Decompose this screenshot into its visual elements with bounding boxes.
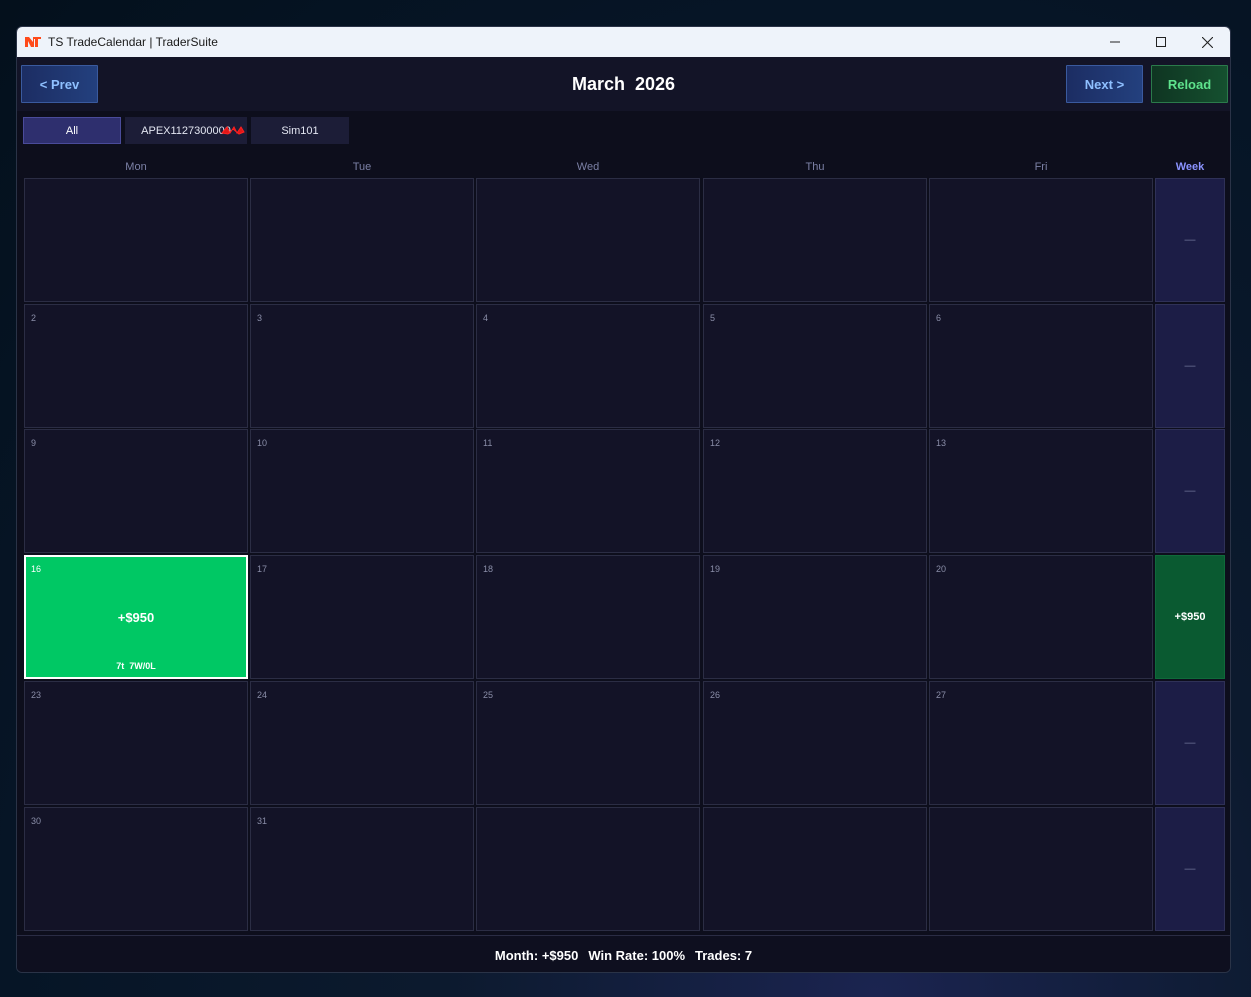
day-cell[interactable]: 2 bbox=[24, 304, 248, 428]
day-number: 27 bbox=[936, 690, 947, 700]
week-total-cell: — bbox=[1155, 807, 1225, 931]
reload-button[interactable]: Reload bbox=[1151, 65, 1228, 103]
day-number: 13 bbox=[936, 438, 947, 448]
redaction-scribble-icon bbox=[221, 126, 245, 135]
day-cell[interactable]: 27 bbox=[929, 681, 1153, 805]
day-number: 23 bbox=[31, 690, 42, 700]
week-total-cell: — bbox=[1155, 178, 1225, 302]
win-rate: Win Rate: 100% bbox=[588, 947, 686, 963]
day-cell[interactable]: 13 bbox=[929, 429, 1153, 553]
day-number: 11 bbox=[483, 438, 493, 448]
day-cell[interactable]: 6 bbox=[929, 304, 1153, 428]
day-number: 26 bbox=[710, 690, 721, 700]
filter-apex-label: APEX1127300000 bbox=[141, 124, 231, 137]
window-controls bbox=[1092, 27, 1230, 57]
day-number: 19 bbox=[710, 564, 721, 574]
day-cell[interactable]: 12 bbox=[703, 429, 927, 553]
prev-month-button[interactable]: < Prev bbox=[21, 65, 98, 103]
day-number: 20 bbox=[936, 564, 947, 574]
day-cell[interactable]: 4 bbox=[476, 304, 700, 428]
day-number: 31 bbox=[257, 816, 268, 826]
day-number: 6 bbox=[936, 313, 942, 323]
close-icon bbox=[1201, 36, 1213, 48]
day-cell[interactable]: 10 bbox=[250, 429, 474, 553]
day-number: 3 bbox=[257, 313, 263, 323]
day-cell[interactable] bbox=[703, 807, 927, 931]
day-cell[interactable] bbox=[703, 178, 927, 302]
header-wed: Wed bbox=[576, 161, 600, 173]
day-number: 30 bbox=[31, 816, 42, 826]
toolbar: < Prev March 2026 Next > Reload bbox=[17, 57, 1230, 111]
account-filter-bar: All APEX1127300000 Sim101 bbox=[17, 111, 1230, 149]
window-title: TS TradeCalendar | TraderSuite bbox=[48, 35, 218, 49]
next-month-button[interactable]: Next > bbox=[1066, 65, 1143, 103]
day-number: 24 bbox=[257, 690, 268, 700]
day-cell[interactable] bbox=[250, 178, 474, 302]
app-window: TS TradeCalendar | TraderSuite < Prev Ma… bbox=[16, 26, 1231, 973]
day-cell[interactable] bbox=[24, 178, 248, 302]
filter-sim101[interactable]: Sim101 bbox=[251, 117, 349, 144]
day-cell[interactable]: 31 bbox=[250, 807, 474, 931]
day-cell[interactable]: 5 bbox=[703, 304, 927, 428]
day-cell[interactable]: 24 bbox=[250, 681, 474, 805]
minimize-icon bbox=[1110, 41, 1120, 43]
day-cell[interactable]: 19 bbox=[703, 555, 927, 679]
week-total-cell: — bbox=[1155, 304, 1225, 428]
day-number: 4 bbox=[483, 313, 489, 323]
day-number: 10 bbox=[257, 438, 268, 448]
day-number: 16 bbox=[31, 564, 42, 574]
header-tue: Tue bbox=[352, 161, 372, 173]
week-total-cell: — bbox=[1155, 429, 1225, 553]
title-bar[interactable]: TS TradeCalendar | TraderSuite bbox=[17, 27, 1230, 57]
maximize-icon bbox=[1156, 37, 1166, 47]
day-cell[interactable]: 11 bbox=[476, 429, 700, 553]
day-cell[interactable]: 30 bbox=[24, 807, 248, 931]
day-number: 5 bbox=[710, 313, 716, 323]
trade-count: Trades: 7 bbox=[695, 947, 753, 963]
close-button[interactable] bbox=[1184, 27, 1230, 57]
day-number: 18 bbox=[483, 564, 494, 574]
day-number: 17 bbox=[257, 564, 268, 574]
day-cell[interactable]: 3 bbox=[250, 304, 474, 428]
day-number: 25 bbox=[483, 690, 494, 700]
month-total: Month: +$950 bbox=[494, 947, 579, 963]
day-cell[interactable]: 20 bbox=[929, 555, 1153, 679]
day-cell[interactable]: 23 bbox=[24, 681, 248, 805]
day-cell[interactable]: 17 bbox=[250, 555, 474, 679]
app-logo-icon bbox=[25, 36, 41, 48]
month-title: March 2026 bbox=[571, 73, 676, 94]
day-cell[interactable] bbox=[476, 807, 700, 931]
maximize-button[interactable] bbox=[1138, 27, 1184, 57]
day-cell[interactable]: 18 bbox=[476, 555, 700, 679]
filter-all[interactable]: All bbox=[23, 117, 121, 144]
week-total-cell-profit: +$950 bbox=[1155, 555, 1225, 679]
day-cell[interactable]: 25 bbox=[476, 681, 700, 805]
day-cell[interactable] bbox=[929, 807, 1153, 931]
header-thu: Thu bbox=[805, 161, 825, 173]
day-cell[interactable]: 26 bbox=[703, 681, 927, 805]
day-cell[interactable] bbox=[476, 178, 700, 302]
day-number: 9 bbox=[31, 438, 37, 448]
day-pnl: +$950 bbox=[117, 610, 155, 625]
day-cell-profit[interactable]: 16 +$950 7t 7W/0L bbox=[24, 555, 248, 679]
day-cell[interactable]: 9 bbox=[24, 429, 248, 553]
header-week: Week bbox=[1175, 161, 1205, 173]
header-mon: Mon bbox=[125, 161, 147, 173]
calendar-grid: Mon Tue Wed Thu Fri Week — 2 3 4 5 6 — 9… bbox=[17, 149, 1230, 935]
week-total-cell: — bbox=[1155, 681, 1225, 805]
day-number: 2 bbox=[31, 313, 37, 323]
filter-apex-account[interactable]: APEX1127300000 bbox=[125, 117, 247, 144]
day-cell[interactable] bbox=[929, 178, 1153, 302]
day-number: 12 bbox=[710, 438, 721, 448]
minimize-button[interactable] bbox=[1092, 27, 1138, 57]
summary-footer: Month: +$950 Win Rate: 100% Trades: 7 bbox=[17, 935, 1230, 972]
day-trade-stats: 7t 7W/0L bbox=[116, 661, 156, 671]
header-fri: Fri bbox=[1034, 161, 1048, 173]
